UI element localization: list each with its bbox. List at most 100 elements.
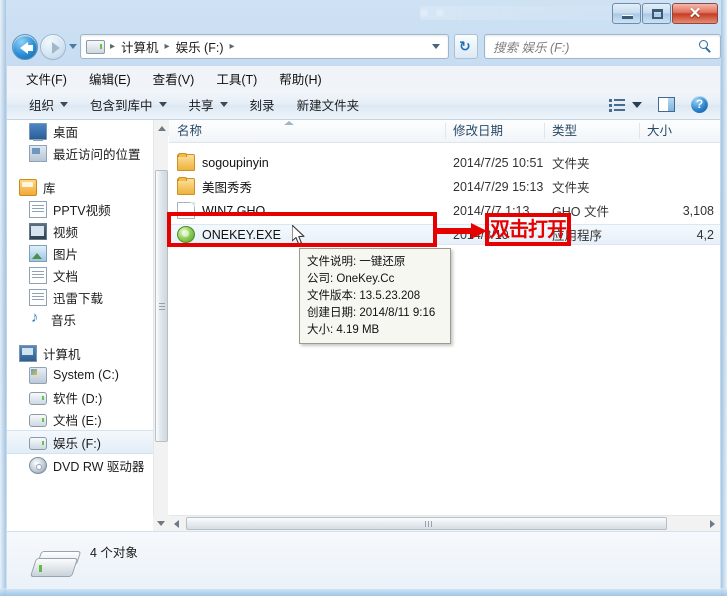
toolbar-include-in-library[interactable]: 包含到库中 — [82, 91, 175, 118]
toolbar-new-folder-label: 新建文件夹 — [296, 99, 360, 113]
tooltip-company: 公司: OneKey.Cc — [307, 273, 395, 285]
sidebar-item-dvd-rw-drive[interactable]: DVD RW 驱动器 — [7, 454, 153, 476]
column-header-size[interactable]: 大小 — [639, 120, 720, 142]
sidebar-item-label: 桌面 — [53, 125, 79, 140]
sidebar-item-music[interactable]: 音乐 — [7, 308, 153, 330]
sidebar-item-desktop[interactable]: 桌面 — [7, 120, 153, 142]
change-view-icon[interactable] — [609, 98, 625, 112]
explorer-window: ✕ ▸ 计算机 ▸ 娱乐 (F:) ▸ ↻ 搜索 娱乐 (F:) 文件(F) 编… — [0, 0, 727, 596]
back-button[interactable] — [12, 34, 38, 60]
refresh-button[interactable]: ↻ — [454, 34, 478, 59]
column-divider[interactable] — [544, 123, 545, 139]
back-arrow-icon — [20, 42, 33, 54]
file-type-cell: 文件夹 — [552, 181, 590, 195]
sort-ascending-icon — [284, 121, 294, 125]
tooltip-file-version: 文件版本: 13.5.23.208 — [307, 290, 421, 302]
menu-help[interactable]: 帮助(H) — [270, 66, 330, 91]
scroll-right-button[interactable] — [704, 516, 720, 531]
sidebar-item-videos[interactable]: 视频 — [7, 220, 153, 242]
navigation-scroll-down-button[interactable] — [153, 515, 168, 531]
sidebar-item-pptv-video[interactable]: PPTV视频 — [7, 198, 153, 220]
breadcrumb-drive-f[interactable]: 娱乐 (F:) — [175, 37, 225, 56]
tooltip-created-date: 创建日期: 2014/8/11 9:16 — [307, 307, 436, 319]
scrollbar-thumb[interactable] — [186, 517, 667, 530]
folder-icon — [177, 153, 195, 171]
file-name-label: 美图秀秀 — [202, 181, 253, 195]
sidebar-item-documents[interactable]: 文档 — [7, 264, 153, 286]
chevron-down-icon — [219, 102, 228, 107]
video-icon — [29, 222, 47, 240]
sidebar-item-label: 软件 (D:) — [53, 391, 103, 406]
toolbar-new-folder[interactable]: 新建文件夹 — [289, 91, 368, 118]
toolbar-organize[interactable]: 组织 — [21, 91, 76, 118]
annotation-arrow-icon — [437, 223, 489, 239]
close-button[interactable]: ✕ — [672, 3, 718, 24]
menu-bar: 文件(F) 编辑(E) 查看(V) 工具(T) 帮助(H) — [7, 66, 720, 90]
sidebar-item-label: 最近访问的位置 — [53, 147, 141, 162]
sidebar-item-computer[interactable]: 计算机 — [7, 342, 153, 364]
sidebar-item-drive-d[interactable]: 软件 (D:) — [7, 386, 153, 408]
folder-icon — [177, 177, 195, 195]
minimize-button[interactable] — [612, 3, 641, 24]
column-header-row: 名称 修改日期 类型 大小 — [169, 120, 720, 143]
sidebar-item-system-c[interactable]: System (C:) — [7, 364, 153, 386]
system-drive-icon — [29, 366, 47, 384]
scroll-up-button[interactable] — [154, 120, 169, 136]
scroll-left-button[interactable] — [169, 516, 185, 531]
column-divider[interactable] — [445, 123, 446, 139]
address-bar[interactable]: ▸ 计算机 ▸ 娱乐 (F:) ▸ — [80, 34, 449, 59]
sidebar-item-libraries[interactable]: 库 — [7, 176, 153, 198]
sidebar-item-pictures[interactable]: 图片 — [7, 242, 153, 264]
file-name-cell: 美图秀秀 — [177, 177, 252, 196]
menu-tools[interactable]: 工具(T) — [207, 66, 266, 91]
column-divider[interactable] — [639, 123, 640, 139]
sidebar-item-drive-e[interactable]: 文档 (E:) — [7, 408, 153, 430]
menu-file[interactable]: 文件(F) — [17, 66, 76, 91]
view-chevron-down-icon[interactable] — [632, 101, 642, 108]
table-row[interactable]: 美图秀秀 2014/7/29 15:13 文件夹 — [169, 176, 720, 197]
sidebar-item-label: 娱乐 (F:) — [53, 436, 101, 451]
documents-icon — [29, 266, 47, 284]
recent-pages-chevron-down-icon[interactable] — [69, 44, 77, 49]
refresh-icon: ↻ — [459, 38, 471, 54]
menu-edit[interactable]: 编辑(E) — [80, 66, 140, 91]
maximize-icon — [652, 9, 663, 19]
maximize-button[interactable] — [642, 3, 671, 24]
preview-pane-icon[interactable] — [658, 97, 675, 112]
toolbar-share[interactable]: 共享 — [181, 91, 236, 118]
toolbar-include-in-library-label: 包含到库中 — [90, 99, 153, 113]
column-header-type[interactable]: 类型 — [544, 120, 639, 142]
file-list-horizontal-scrollbar[interactable] — [169, 515, 720, 531]
sidebar-item-recent-places[interactable]: 最近访问的位置 — [7, 142, 153, 164]
close-icon: ✕ — [688, 5, 702, 22]
file-date-cell: 2014/7/29 15:13 — [453, 179, 544, 194]
column-header-date[interactable]: 修改日期 — [445, 120, 544, 142]
column-header-name[interactable]: 名称 — [169, 120, 445, 142]
breadcrumb-computer[interactable]: 计算机 — [120, 37, 160, 56]
toolbar-burn[interactable]: 刻录 — [242, 91, 283, 118]
address-chevron-down-icon[interactable] — [432, 44, 440, 49]
window-border-bottom — [0, 588, 727, 596]
menu-view[interactable]: 查看(V) — [144, 66, 204, 91]
help-icon[interactable]: ? — [691, 96, 708, 113]
search-input[interactable]: 搜索 娱乐 (F:) — [484, 34, 721, 59]
drive-icon — [29, 548, 82, 581]
table-row[interactable]: sogoupinyin 2014/7/25 10:51 文件夹 — [169, 152, 720, 173]
sidebar-item-label: PPTV视频 — [53, 203, 111, 218]
navigation-pane-scrollbar[interactable] — [153, 120, 169, 531]
tooltip-description: 文件说明: 一键还原 — [307, 256, 406, 268]
scrollbar-thumb[interactable] — [155, 170, 168, 442]
drive-icon — [29, 391, 47, 405]
sidebar-item-label: System (C:) — [53, 368, 119, 382]
file-size-cell: 4,2 — [696, 227, 714, 242]
file-type-cell: 文件夹 — [552, 157, 590, 171]
sidebar-item-drive-f[interactable]: 娱乐 (F:) — [7, 430, 153, 454]
status-bar: 4 个对象 — [7, 531, 720, 589]
sidebar-item-thunder-download[interactable]: 迅雷下载 — [7, 286, 153, 308]
forward-button[interactable] — [40, 34, 66, 60]
sidebar-item-label: 文档 — [53, 269, 79, 284]
breadcrumb-separator: ▸ — [164, 41, 170, 52]
breadcrumb-separator: ▸ — [229, 41, 235, 52]
file-size-cell: 3,108 — [682, 203, 714, 218]
